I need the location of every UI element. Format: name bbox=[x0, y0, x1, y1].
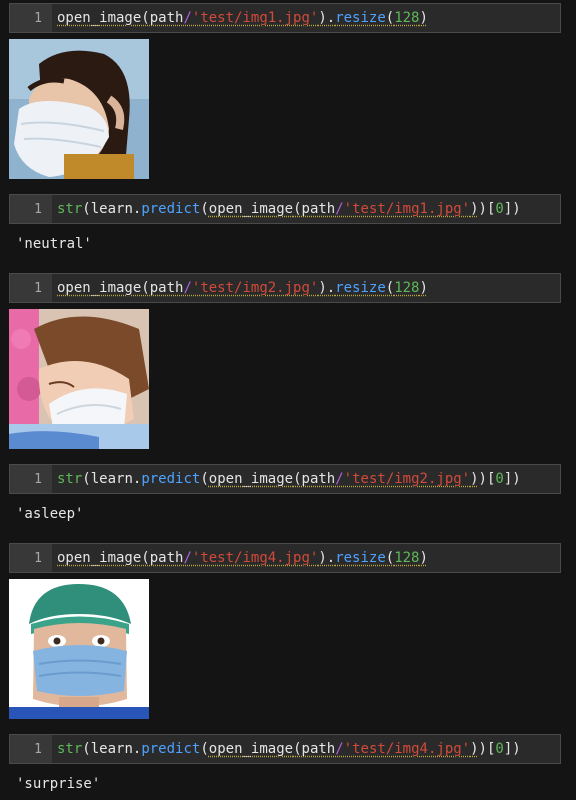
code-cell-4[interactable]: 1 str(learn.predict(open_image(path/'tes… bbox=[9, 464, 561, 494]
code-cell-5[interactable]: 1 open_image(path/'test/img4.jpg').resiz… bbox=[9, 543, 561, 573]
code-cell-2[interactable]: 1 str(learn.predict(open_image(path/'tes… bbox=[9, 194, 561, 224]
line-number: 1 bbox=[10, 274, 52, 302]
cell-output-text: 'surprise' bbox=[16, 776, 101, 792]
cell-output-text: 'neutral' bbox=[16, 236, 92, 252]
code-cell-3[interactable]: 1 open_image(path/'test/img2.jpg').resiz… bbox=[9, 273, 561, 303]
line-number: 1 bbox=[10, 465, 52, 493]
code-cell-6[interactable]: 1 str(learn.predict(open_image(path/'tes… bbox=[9, 734, 561, 764]
code-line[interactable]: open_image(path/'test/img1.jpg').resize(… bbox=[52, 10, 428, 26]
code-line[interactable]: open_image(path/'test/img2.jpg').resize(… bbox=[52, 280, 428, 296]
output-image-1 bbox=[9, 39, 149, 179]
line-number: 1 bbox=[10, 195, 52, 223]
line-number: 1 bbox=[10, 4, 52, 32]
code-line[interactable]: str(learn.predict(open_image(path/'test/… bbox=[52, 471, 521, 487]
cell-output-text: 'asleep' bbox=[16, 506, 84, 522]
line-number: 1 bbox=[10, 735, 52, 763]
code-line[interactable]: str(learn.predict(open_image(path/'test/… bbox=[52, 741, 521, 757]
code-line[interactable]: str(learn.predict(open_image(path/'test/… bbox=[52, 201, 521, 217]
output-image-3 bbox=[9, 579, 149, 719]
output-image-2 bbox=[9, 309, 149, 449]
code-cell-1[interactable]: 1 open_image(path/'test/img1.jpg').resiz… bbox=[9, 3, 561, 33]
code-line[interactable]: open_image(path/'test/img4.jpg').resize(… bbox=[52, 550, 428, 566]
line-number: 1 bbox=[10, 544, 52, 572]
